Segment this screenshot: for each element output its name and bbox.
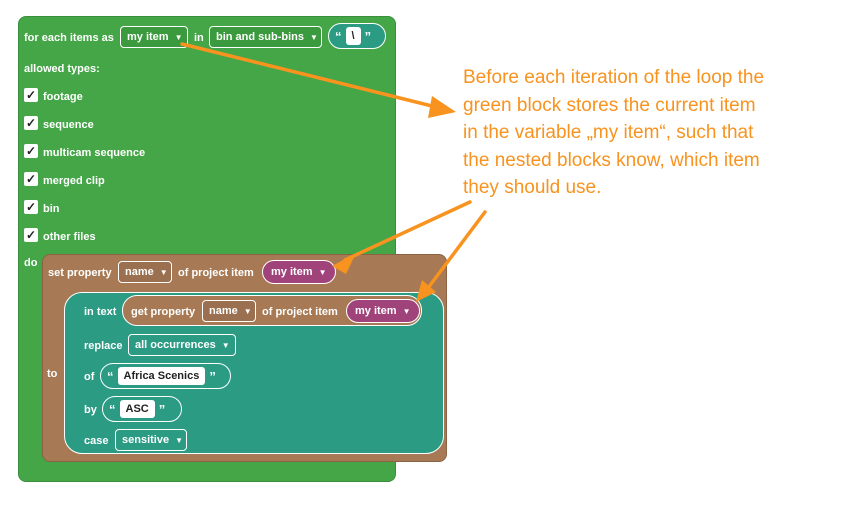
- arrow-line-get-var: [423, 210, 487, 294]
- annotation-line: Before each iteration of the loop the: [463, 67, 765, 88]
- arrow-line-set-var: [343, 200, 472, 262]
- annotation-text: Before each iteration of the loop the gr…: [463, 64, 843, 202]
- annotation-line: they should use.: [463, 177, 602, 198]
- arrowhead-set-var: [332, 253, 356, 274]
- annotation-line: in the variable „my item“, such that: [463, 122, 754, 143]
- arrowhead-loop-var: [428, 96, 456, 118]
- annotation-line: the nested blocks know, which item: [463, 149, 760, 171]
- arrow-line-loop-var: [180, 42, 442, 110]
- annotation-line: green block stores the current item: [463, 94, 756, 116]
